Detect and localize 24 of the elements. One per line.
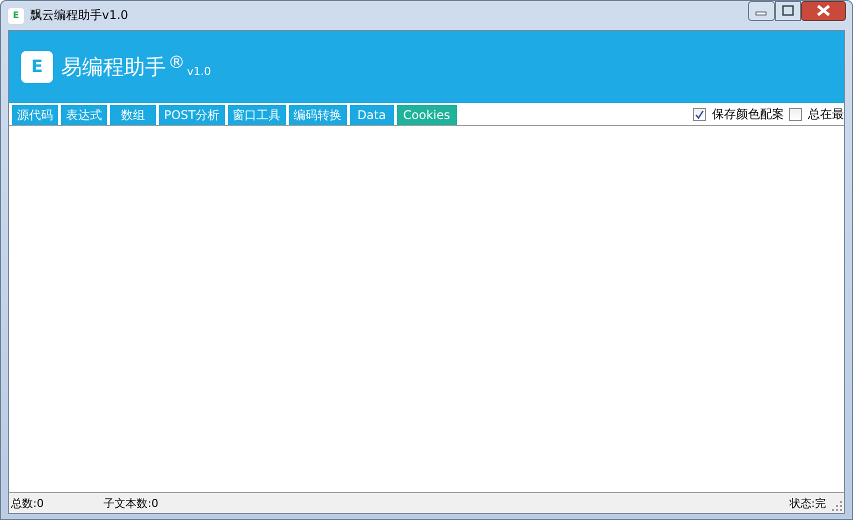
- total-count: 总数:0: [11, 496, 44, 510]
- window-title: 飘云编程助手v1.0: [30, 7, 128, 24]
- tab[interactable]: 数组: [110, 105, 156, 125]
- tab[interactable]: POST分析: [159, 105, 225, 125]
- tab[interactable]: Cookies: [396, 105, 457, 125]
- app-name: 易编程助手: [61, 56, 166, 78]
- maximize-button[interactable]: [775, 1, 801, 21]
- registered-mark: ®: [168, 53, 185, 73]
- checkbox-label: 保存颜色配案: [712, 106, 784, 122]
- tab[interactable]: Data: [350, 105, 394, 125]
- app-icon: E: [8, 8, 24, 24]
- status-text: 状态:完: [789, 496, 826, 510]
- logo: E: [21, 51, 53, 83]
- tab[interactable]: 表达式: [61, 105, 107, 125]
- checkbox[interactable]: [693, 108, 706, 120]
- tab[interactable]: 窗口工具: [228, 105, 286, 125]
- minimize-button[interactable]: [748, 1, 775, 21]
- version-label: v1.0: [187, 64, 212, 78]
- checkbox[interactable]: [789, 108, 802, 120]
- close-button[interactable]: [801, 1, 846, 21]
- sub-text-count: 子文本数:0: [104, 496, 158, 510]
- checkbox-label: 总在最: [808, 106, 844, 122]
- tab[interactable]: 源代码: [12, 105, 58, 125]
- tab[interactable]: 编码转换: [288, 105, 347, 125]
